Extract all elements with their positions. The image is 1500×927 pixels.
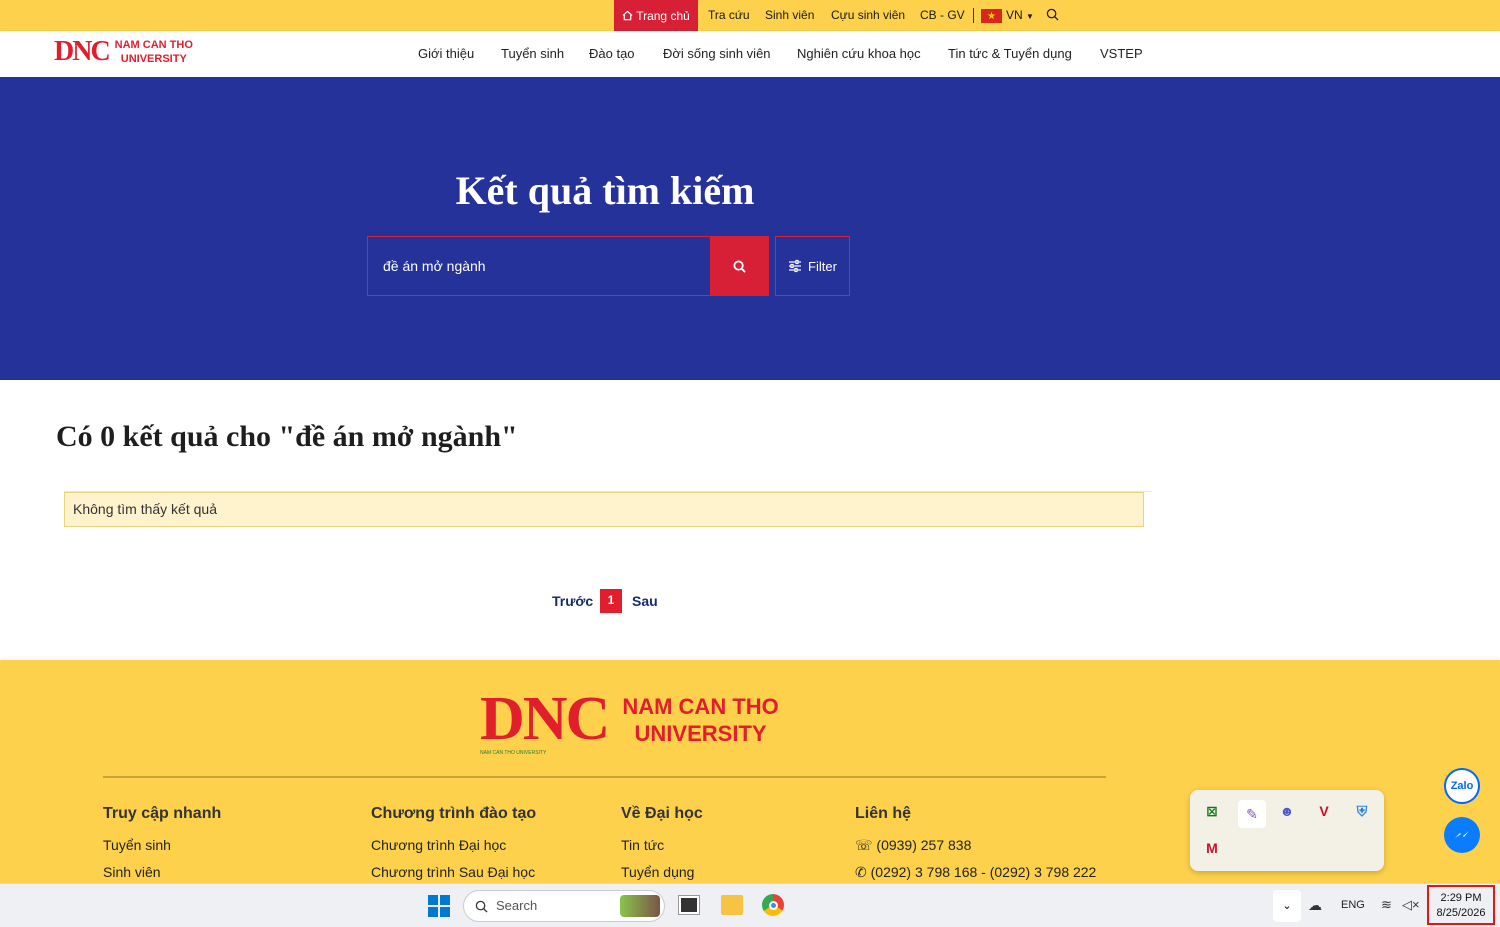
footer-link-admissions[interactable]: Tuyển sinh — [103, 837, 171, 853]
security-warning-icon[interactable]: ⛨ — [1351, 800, 1373, 822]
teams-icon[interactable]: ☻ — [1276, 800, 1298, 822]
nav-research[interactable]: Nghiên cứu khoa học — [797, 46, 921, 61]
page-title: Kết quả tìm kiếm — [455, 168, 755, 213]
footer-link-postgrad[interactable]: Chương trình Sau Đại học — [371, 864, 535, 880]
cloud-offline-icon[interactable]: ☁ — [1308, 897, 1322, 914]
staff-link[interactable]: CB - GV — [920, 8, 965, 22]
headset-icon: ☏ — [855, 837, 873, 853]
home-icon — [622, 10, 633, 21]
hotline-number: (0939) 257 838 — [876, 837, 972, 853]
windows-start-icon[interactable] — [428, 895, 450, 917]
search-icon[interactable] — [1046, 8, 1059, 24]
site-logo[interactable]: DNC NAM CAN THO UNIVERSITY — [54, 36, 193, 68]
footer-link-news[interactable]: Tin tức — [621, 837, 664, 853]
wifi-icon[interactable]: ≋ — [1381, 897, 1392, 913]
footer-logo-line2: UNIVERSITY — [634, 720, 767, 746]
divider — [973, 8, 974, 23]
alumni-link[interactable]: Cựu sinh viên — [831, 8, 905, 22]
clock-time: 2:29 PM — [1440, 892, 1482, 904]
vivaldi-icon[interactable]: V — [1313, 800, 1335, 822]
filter-button[interactable]: Filter — [775, 236, 850, 296]
footer-logo[interactable]: DNC NAM CAN THO UNIVERSITY NAM CAN THO U… — [480, 684, 779, 756]
mcafee-icon[interactable]: M — [1201, 837, 1223, 859]
logo-line2: UNIVERSITY — [120, 53, 187, 65]
terminal-app-icon[interactable] — [678, 895, 700, 915]
messenger-icon — [1455, 831, 1469, 838]
taskbar-search[interactable]: Search — [463, 890, 665, 922]
footer-logo-tagline: NAM CAN THO UNIVERSITY — [480, 750, 547, 756]
zalo-icon: Zalo — [1450, 780, 1474, 792]
footer-divider — [103, 776, 1106, 778]
nav-training[interactable]: Đào tạo — [589, 46, 635, 61]
nav-student-life[interactable]: Đời sống sinh viên — [663, 46, 771, 61]
volume-muted-icon[interactable]: ◁× — [1402, 897, 1420, 913]
language-label: VN — [1006, 8, 1023, 22]
nav-news-careers[interactable]: Tin tức & Tuyển dụng — [948, 46, 1072, 61]
logo-mark: DNC — [54, 36, 111, 67]
messenger-chat-button[interactable] — [1444, 817, 1480, 853]
phone-numbers: (0292) 3 798 168 - (0292) 3 798 222 — [870, 864, 1097, 880]
nav-vstep[interactable]: VSTEP — [1100, 46, 1143, 61]
zalo-chat-button[interactable]: Zalo — [1444, 768, 1480, 804]
filter-label: Filter — [808, 258, 837, 274]
prev-page-link[interactable]: Trước — [552, 593, 593, 609]
footer-logo-mark: DNC — [480, 685, 610, 753]
lookup-link[interactable]: Tra cứu — [708, 8, 750, 22]
home-label: Trang chủ — [636, 8, 690, 23]
nav-admissions[interactable]: Tuyển sinh — [501, 46, 564, 61]
footer-link-jobs[interactable]: Tuyển dụng — [621, 864, 694, 880]
footer-logo-text: NAM CAN THO UNIVERSITY — [622, 693, 778, 747]
programs-heading: Chương trình đào tạo — [371, 805, 537, 822]
search-hero: Kết quả tìm kiếm đề án mở ngành Filter — [0, 77, 1500, 380]
language-selector[interactable]: VN ▼ — [1006, 8, 1034, 22]
phone-icon: ✆ — [855, 864, 867, 880]
chrome-icon[interactable] — [762, 894, 784, 916]
logo-line1: NAM CAN THO — [114, 39, 193, 51]
about-heading: Về Đại học — [621, 805, 703, 822]
contact-heading: Liên hệ — [855, 805, 912, 822]
no-results-alert: Không tìm thấy kết quả — [64, 492, 1144, 527]
hotline[interactable]: ☏ (0939) 257 838 — [855, 837, 971, 854]
tray-overflow-panel: ⊠ ✎ ☻ V ⛨ M — [1190, 790, 1384, 871]
input-language[interactable]: ENG — [1341, 899, 1365, 911]
home-link[interactable]: Trang chủ — [614, 0, 698, 31]
pen-icon[interactable]: ✎ — [1238, 800, 1266, 828]
caret-down-icon: ▼ — [1026, 12, 1034, 21]
footer-logo-line1: NAM CAN THO — [622, 693, 779, 719]
students-link[interactable]: Sinh viên — [765, 8, 814, 22]
chevron-up-icon[interactable]: ⌄ — [1273, 890, 1301, 922]
xbox-icon[interactable]: ⊠ — [1201, 800, 1223, 822]
search-highlight-icon — [620, 895, 660, 917]
quick-access-heading: Truy cập nhanh — [103, 805, 222, 822]
footer-link-students[interactable]: Sinh viên — [103, 864, 161, 880]
sliders-icon — [789, 259, 802, 273]
file-explorer-icon[interactable] — [721, 895, 743, 915]
logo-text: NAM CAN THO UNIVERSITY — [115, 38, 193, 66]
search-icon — [733, 259, 746, 273]
next-page-link[interactable]: Sau — [632, 593, 658, 609]
clock[interactable]: 2:29 PM 8/25/2026 — [1427, 885, 1495, 925]
results-heading: Có 0 kết quả cho "đề án mở ngành" — [56, 420, 518, 453]
page-1-button[interactable]: 1 — [600, 589, 622, 613]
search-icon — [475, 900, 488, 913]
search-input[interactable]: đề án mở ngành — [367, 236, 711, 296]
search-button[interactable] — [710, 236, 769, 296]
main-nav: DNC NAM CAN THO UNIVERSITY Giới thiệu Tu… — [0, 31, 1500, 77]
clock-date: 8/25/2026 — [1436, 907, 1486, 919]
nav-about[interactable]: Giới thiệu — [418, 46, 474, 61]
taskbar: Search ⌄ ☁ ENG ≋ ◁× 2:29 PM 8/25/2026 — [0, 883, 1500, 927]
taskbar-search-label: Search — [496, 898, 538, 913]
top-bar: Trang chủ Tra cứu Sinh viên Cựu sinh viê… — [0, 0, 1500, 31]
vietnam-flag-icon[interactable]: ★ — [981, 9, 1002, 23]
footer-link-undergrad[interactable]: Chương trình Đại học — [371, 837, 506, 853]
phone[interactable]: ✆ (0292) 3 798 168 - (0292) 3 798 222 — [855, 864, 1096, 881]
